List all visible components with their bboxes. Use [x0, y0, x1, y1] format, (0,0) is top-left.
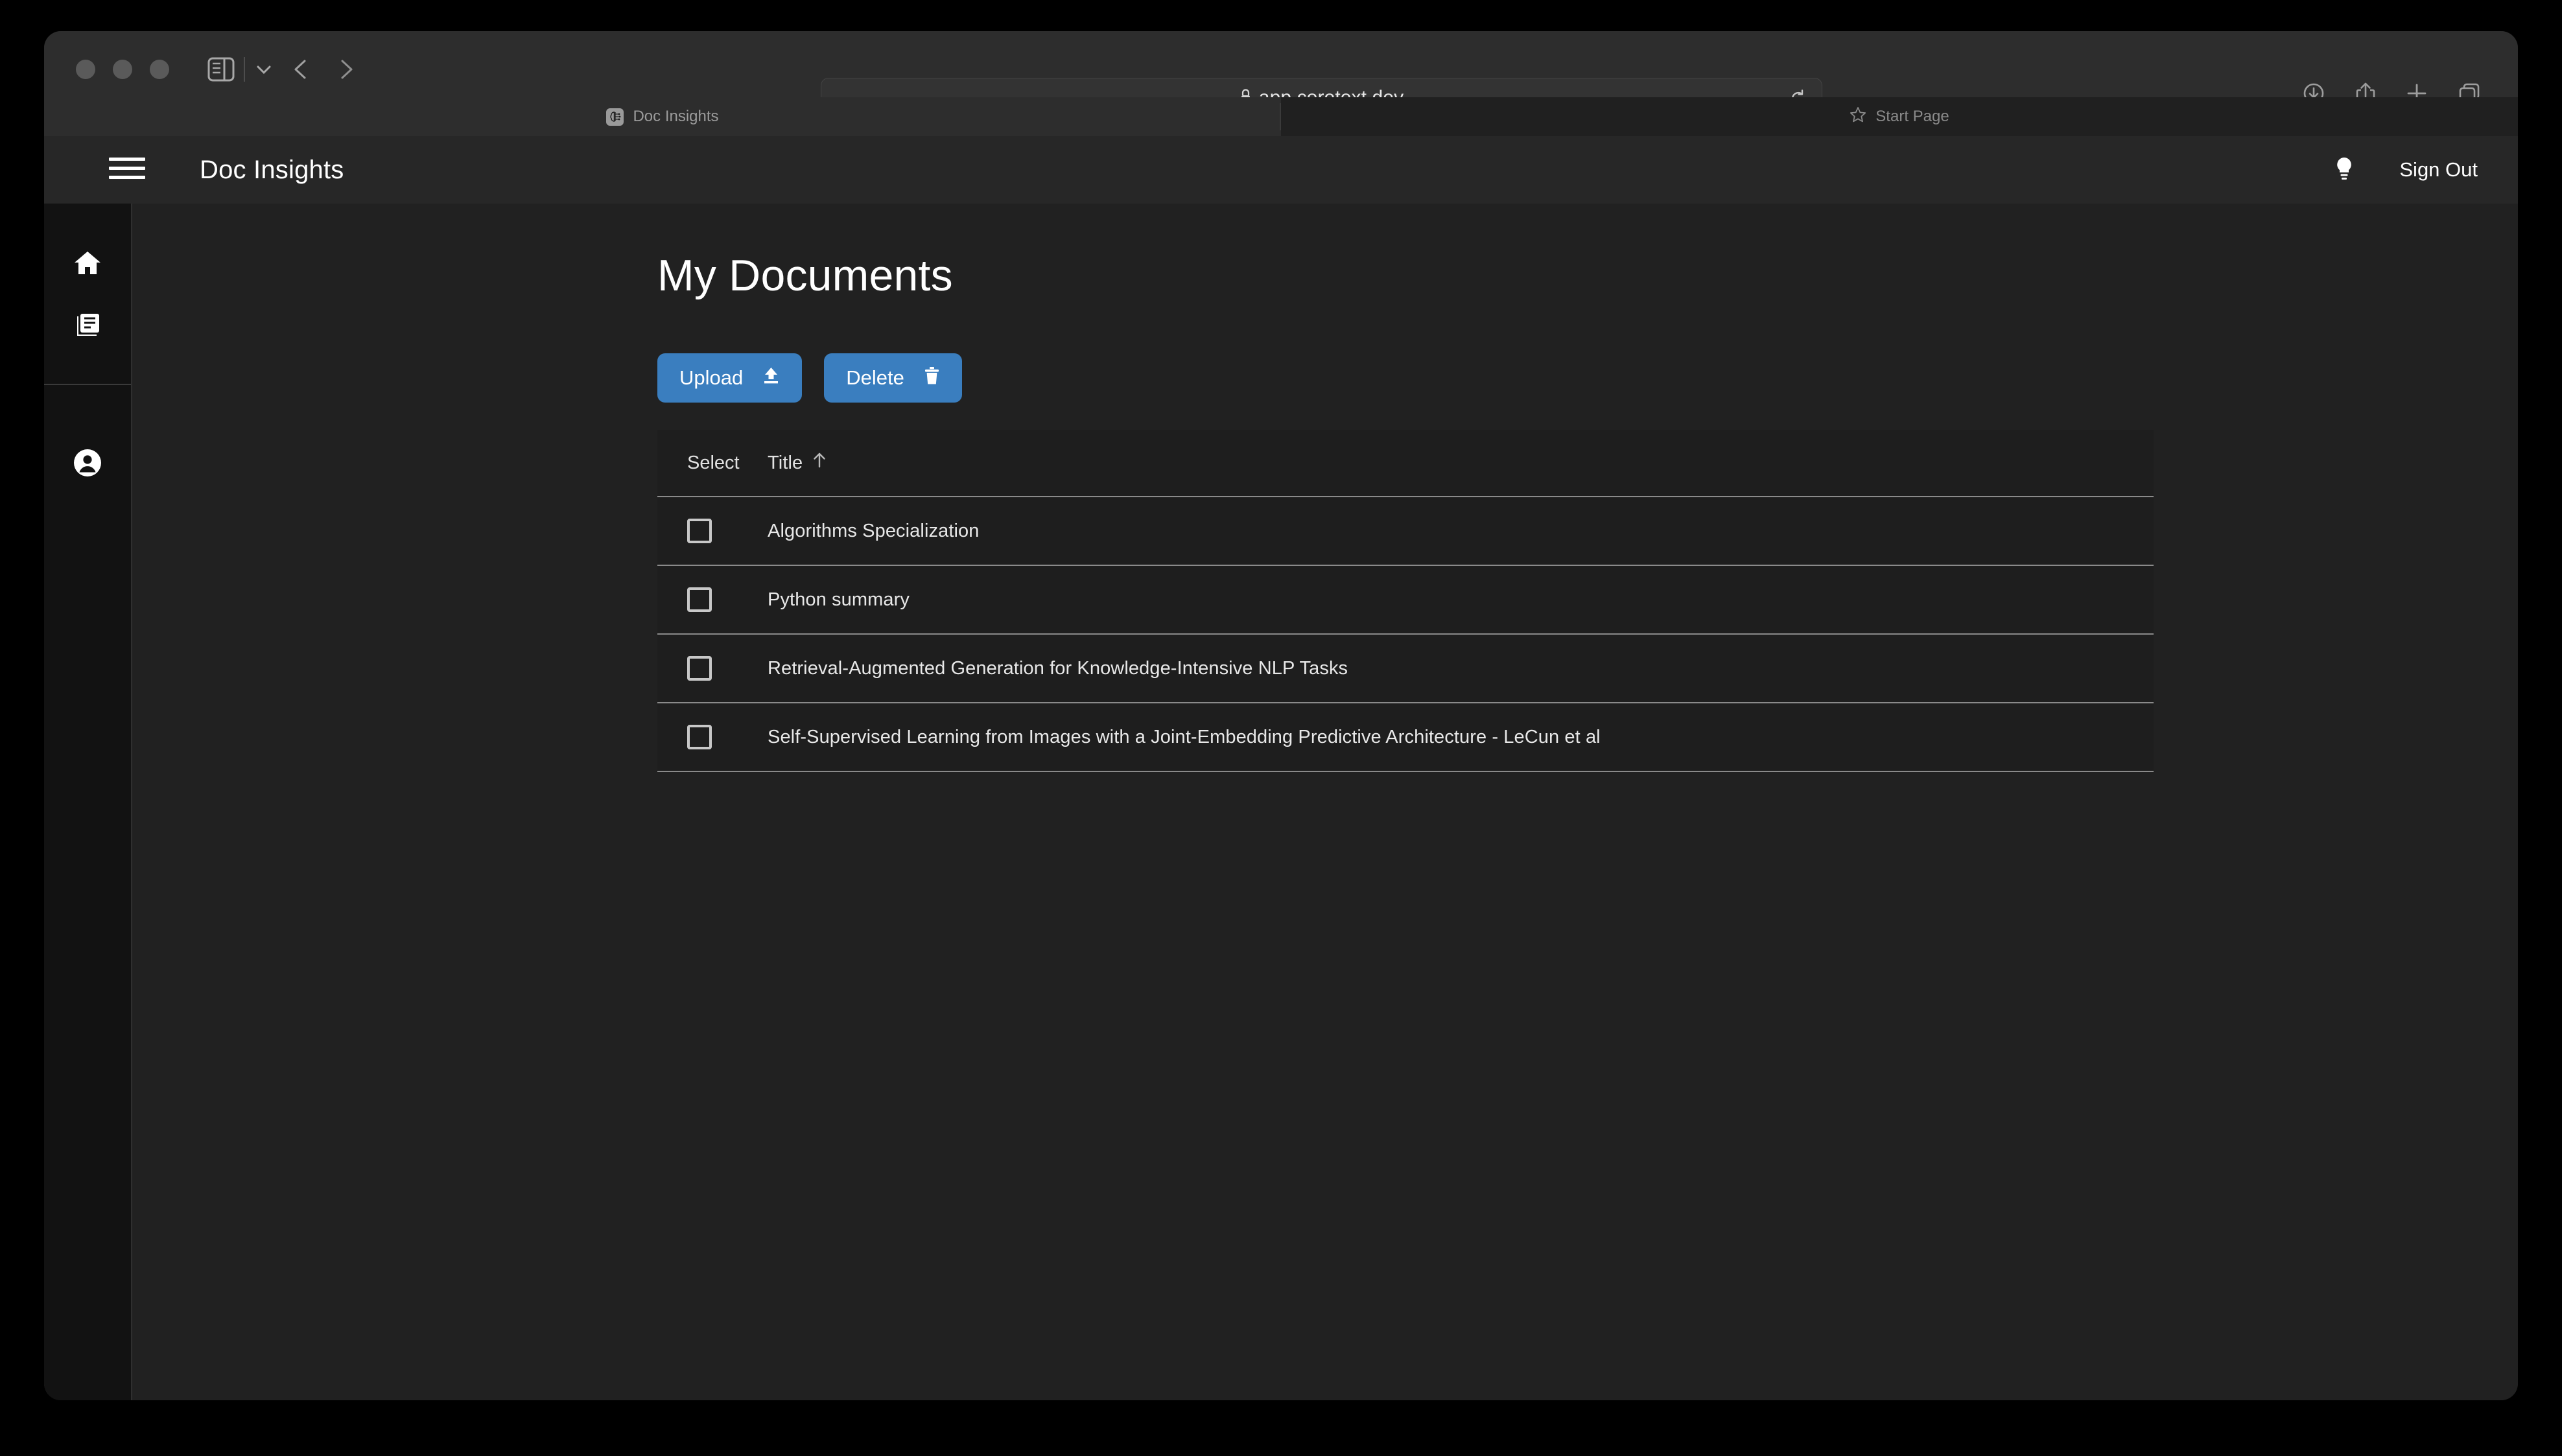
sidebar-item-documents[interactable] [44, 296, 131, 358]
minimize-window-button[interactable] [113, 60, 132, 79]
table-row[interactable]: Retrieval-Augmented Generation for Knowl… [657, 635, 2154, 703]
chevron-down-icon[interactable] [255, 63, 272, 76]
table-header-row: Select Title [657, 430, 2154, 497]
maximize-window-button[interactable] [150, 60, 169, 79]
account-circle-icon [73, 448, 102, 481]
brain-favicon [606, 108, 624, 126]
sidebar-toggle-icon[interactable] [207, 57, 235, 82]
row-select-checkbox[interactable] [687, 725, 712, 749]
window-traffic-lights [76, 60, 169, 79]
delete-button[interactable]: Delete [824, 353, 962, 403]
column-header-title-label: Title [768, 452, 803, 473]
table-row[interactable]: Algorithms Specialization [657, 497, 2154, 566]
documents-icon [73, 311, 102, 343]
browser-toolbar: app.coretext.dev [44, 31, 2518, 118]
row-select-checkbox[interactable] [687, 519, 712, 543]
document-title: Algorithms Specialization [768, 520, 980, 541]
tab-strip: Doc Insights Start Page [44, 97, 2518, 136]
document-title: Self-Supervised Learning from Images wit… [768, 726, 1601, 747]
star-icon [1850, 106, 1866, 128]
home-icon [73, 249, 102, 281]
document-title: Python summary [768, 589, 910, 610]
arrow-up-icon [812, 452, 827, 474]
app-sidebar [44, 204, 132, 1400]
document-title: Retrieval-Augmented Generation for Knowl… [768, 657, 1348, 679]
toolbar-divider [244, 57, 245, 82]
app-header-actions: Sign Out [2333, 156, 2478, 185]
table-row[interactable]: Python summary [657, 566, 2154, 635]
table-row[interactable]: Self-Supervised Learning from Images wit… [657, 703, 2154, 772]
column-header-title[interactable]: Title [768, 452, 2154, 474]
browser-forward-button[interactable] [335, 58, 357, 80]
column-header-select: Select [687, 452, 740, 473]
app-title: Doc Insights [200, 155, 344, 184]
sign-out-button[interactable]: Sign Out [2399, 158, 2478, 182]
row-select-checkbox[interactable] [687, 656, 712, 681]
delete-button-label: Delete [846, 366, 904, 389]
row-select-checkbox[interactable] [687, 587, 712, 612]
upload-icon [762, 366, 780, 390]
app-header: Doc Insights Sign Out [44, 136, 2518, 204]
upload-button[interactable]: Upload [657, 353, 803, 403]
browser-back-button[interactable] [290, 58, 312, 80]
tab-label: Start Page [1875, 108, 1949, 125]
hamburger-menu-icon[interactable] [109, 158, 145, 182]
browser-window: app.coretext.dev [44, 31, 2518, 1400]
lightbulb-icon[interactable] [2333, 156, 2355, 185]
tab-start-page[interactable]: Start Page [1281, 97, 2518, 136]
app-body: My Documents Upload Delete Select Title … [44, 204, 2518, 1400]
documents-table: Select Title Algorithms Specialization P… [657, 430, 2154, 772]
tab-doc-insights[interactable]: Doc Insights [44, 97, 1281, 136]
page-title: My Documents [657, 251, 953, 300]
sidebar-item-account[interactable] [44, 433, 131, 495]
trash-icon [924, 366, 940, 390]
main-content: My Documents Upload Delete Select Title … [132, 204, 2518, 1400]
sidebar-item-home[interactable] [44, 233, 131, 296]
document-actions: Upload Delete [657, 353, 2518, 403]
tab-label: Doc Insights [633, 108, 719, 125]
close-window-button[interactable] [76, 60, 95, 79]
upload-button-label: Upload [679, 366, 744, 389]
